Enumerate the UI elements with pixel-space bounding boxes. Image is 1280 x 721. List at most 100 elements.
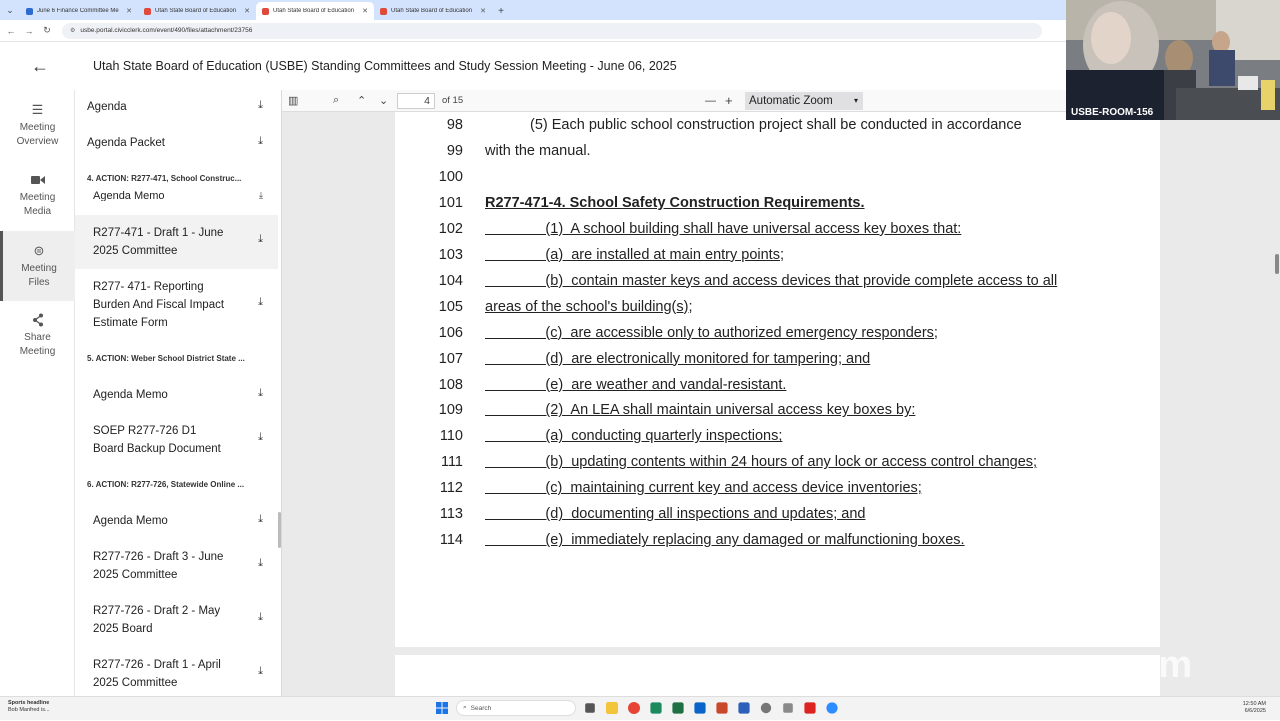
notes-icon[interactable] bbox=[650, 702, 662, 714]
browser-tab[interactable]: Utah State Board of Education ✕ bbox=[374, 2, 492, 20]
chrome-icon[interactable] bbox=[628, 702, 640, 714]
video-thumbnail[interactable]: USBE-ROOM-156 bbox=[1066, 0, 1280, 120]
line-number: 112 bbox=[439, 480, 463, 497]
browser-tab[interactable]: Utah State Board of Education ✕ bbox=[138, 2, 256, 20]
download-icon[interactable]: ⤓ bbox=[258, 611, 263, 624]
download-icon[interactable]: ⤓ bbox=[258, 387, 263, 400]
document-line: 104 (b) contain master keys and access d… bbox=[395, 273, 1160, 293]
line-text: (b) updating contents within 24 hours of… bbox=[485, 454, 1038, 471]
line-text: (1) A school building shall have univers… bbox=[485, 220, 962, 237]
tab-title: June 6 Finance Committee Me bbox=[37, 8, 119, 14]
zoom-value: Automatic Zoom bbox=[749, 95, 833, 107]
zoom-select[interactable]: Automatic Zoom ▾ bbox=[745, 92, 863, 110]
close-tab-icon[interactable]: ✕ bbox=[362, 7, 368, 15]
nav-label: Media bbox=[23, 205, 52, 217]
zoom-out-icon[interactable]: — bbox=[705, 95, 716, 107]
line-number: 108 bbox=[438, 376, 463, 393]
file-label: Estimate Form bbox=[93, 317, 168, 329]
file-item[interactable]: Agenda Memo bbox=[93, 386, 235, 404]
word-icon[interactable] bbox=[738, 702, 750, 714]
download-icon[interactable]: ⤓ bbox=[258, 296, 263, 309]
file-item-selected[interactable]: R277-471 - Draft 1 - June 2025 Committee bbox=[93, 224, 235, 260]
document-line: 100 bbox=[395, 169, 1160, 189]
app-header: ← Utah State Board of Education (USBE) S… bbox=[0, 42, 1066, 90]
page-number-input[interactable]: 4 bbox=[397, 93, 435, 109]
download-icon[interactable]: ⤓ bbox=[258, 135, 263, 148]
zoom-app-icon[interactable] bbox=[826, 702, 838, 714]
taskbar-search[interactable]: ⌕ Search bbox=[456, 700, 576, 716]
download-icon[interactable]: ⤓ bbox=[258, 513, 263, 526]
zoom-in-icon[interactable]: + bbox=[725, 93, 733, 108]
download-icon[interactable]: ⤓ bbox=[258, 431, 263, 444]
browser-tab[interactable]: June 6 Finance Committee Me ✕ bbox=[20, 2, 138, 20]
line-text: (5) Each public school construction proj… bbox=[530, 117, 1022, 133]
find-icon[interactable]: ⌕ bbox=[333, 94, 339, 107]
close-tab-icon[interactable]: ✕ bbox=[126, 7, 132, 15]
line-number: 114 bbox=[439, 532, 463, 549]
back-arrow-icon[interactable]: ← bbox=[0, 56, 80, 77]
document-line: 107 (d) are electronically monitored for… bbox=[395, 351, 1160, 371]
nav-meeting-media[interactable]: Meeting Media bbox=[0, 160, 75, 230]
system-clock[interactable]: 12:50 AM 6/6/2025 bbox=[1243, 701, 1266, 715]
meeting-files-panel: Agenda ⤓ Agenda Packet ⤓ 4. ACTION: R277… bbox=[75, 90, 282, 696]
site-info-icon[interactable]: ⚙ bbox=[70, 27, 75, 34]
download-icon[interactable]: ⤓ bbox=[258, 665, 263, 678]
url-field[interactable]: ⚙ usbe.portal.civicclerk.com/event/490/f… bbox=[62, 22, 1042, 39]
powerpoint-icon[interactable] bbox=[716, 702, 728, 714]
file-item-agenda-packet[interactable]: Agenda Packet bbox=[87, 134, 267, 152]
line-number: 101 bbox=[438, 194, 463, 211]
browser-back-icon[interactable]: ← bbox=[6, 26, 16, 36]
settings-icon[interactable] bbox=[760, 702, 772, 714]
file-item[interactable]: R277-726 - Draft 2 - May 2025 Board bbox=[93, 602, 235, 638]
agenda-section-header: 4. ACTION: R277-471, School Construc... bbox=[87, 174, 242, 183]
document-line: 109 (2) An LEA shall maintain universal … bbox=[395, 402, 1160, 422]
nav-meeting-overview[interactable]: ☰ Meeting Overview bbox=[0, 90, 75, 160]
file-label: R277- 471- Reporting bbox=[93, 281, 204, 293]
sidebar-toggle-icon[interactable]: ▥ bbox=[288, 94, 298, 107]
file-item-agenda[interactable]: Agenda bbox=[87, 98, 267, 116]
tab-list-chevron-icon[interactable]: ⌄ bbox=[0, 0, 20, 20]
tab-title: Utah State Board of Education bbox=[273, 8, 355, 14]
line-text: R277-471-4. School Safety Construction R… bbox=[485, 194, 865, 211]
outlook-icon[interactable] bbox=[694, 702, 706, 714]
news-widget[interactable]: Sports headline Bob Manfred is... bbox=[8, 700, 50, 714]
file-item[interactable]: Agenda Memo bbox=[93, 189, 235, 201]
download-icon[interactable]: ⤓ bbox=[259, 190, 263, 201]
line-text: (e) immediately replacing any damaged or… bbox=[485, 532, 965, 549]
file-item[interactable]: R277-726 - Draft 1 - April 2025 Committee bbox=[93, 656, 235, 692]
video-icon bbox=[30, 172, 45, 188]
files-scrollbar[interactable] bbox=[278, 512, 281, 548]
document-line: 114 (e) immediately replacing any damage… bbox=[395, 532, 1160, 552]
nav-share-meeting[interactable]: Share Meeting bbox=[0, 300, 75, 370]
nav-label: Overview bbox=[16, 135, 59, 147]
excel-icon[interactable] bbox=[672, 702, 684, 714]
browser-tab-active[interactable]: Utah State Board of Education ✕ bbox=[256, 2, 374, 20]
file-item[interactable]: R277- 471- Reporting Burden And Fiscal Im… bbox=[93, 278, 235, 332]
pdf-viewer[interactable]: 98 (5) Each public school construction pr… bbox=[282, 112, 1280, 696]
reload-icon[interactable]: ↻ bbox=[42, 25, 52, 36]
download-icon[interactable]: ⤓ bbox=[258, 99, 263, 112]
file-item[interactable]: Agenda Memo bbox=[93, 512, 235, 530]
start-icon[interactable] bbox=[434, 700, 450, 716]
close-tab-icon[interactable]: ✕ bbox=[244, 7, 250, 15]
next-page-icon[interactable]: ⌄ bbox=[379, 94, 388, 107]
previous-page-icon[interactable]: ⌃ bbox=[357, 94, 366, 107]
new-tab-icon[interactable]: + bbox=[492, 2, 510, 20]
file-item[interactable]: R277-726 - Draft 3 - June 2025 Committee bbox=[93, 548, 235, 584]
file-item[interactable]: SOEP R277-726 D1 Board Backup Document bbox=[93, 422, 235, 458]
acrobat-icon[interactable] bbox=[804, 702, 816, 714]
download-icon[interactable]: ⤓ bbox=[258, 233, 263, 246]
nav-meeting-files[interactable]: ⊜ Meeting Files bbox=[0, 231, 75, 301]
snipping-tool-icon[interactable] bbox=[783, 703, 793, 713]
download-icon[interactable]: ⤓ bbox=[258, 557, 263, 570]
document-line: 110 (a) conducting quarterly inspections… bbox=[395, 428, 1160, 448]
browser-forward-icon[interactable]: → bbox=[24, 26, 34, 36]
zoom-watermark: zoom bbox=[1090, 644, 1194, 686]
task-view-icon[interactable] bbox=[585, 703, 595, 713]
file-explorer-icon[interactable] bbox=[606, 702, 618, 714]
meeting-nav-rail: ☰ Meeting Overview Meeting Media ⊜ Meeti… bbox=[0, 90, 75, 696]
pdf-scrollbar[interactable] bbox=[1275, 254, 1279, 274]
document-line: 112 (c) maintaining current key and acce… bbox=[395, 480, 1160, 500]
close-tab-icon[interactable]: ✕ bbox=[480, 7, 486, 15]
file-label: Board Backup Document bbox=[93, 443, 221, 455]
